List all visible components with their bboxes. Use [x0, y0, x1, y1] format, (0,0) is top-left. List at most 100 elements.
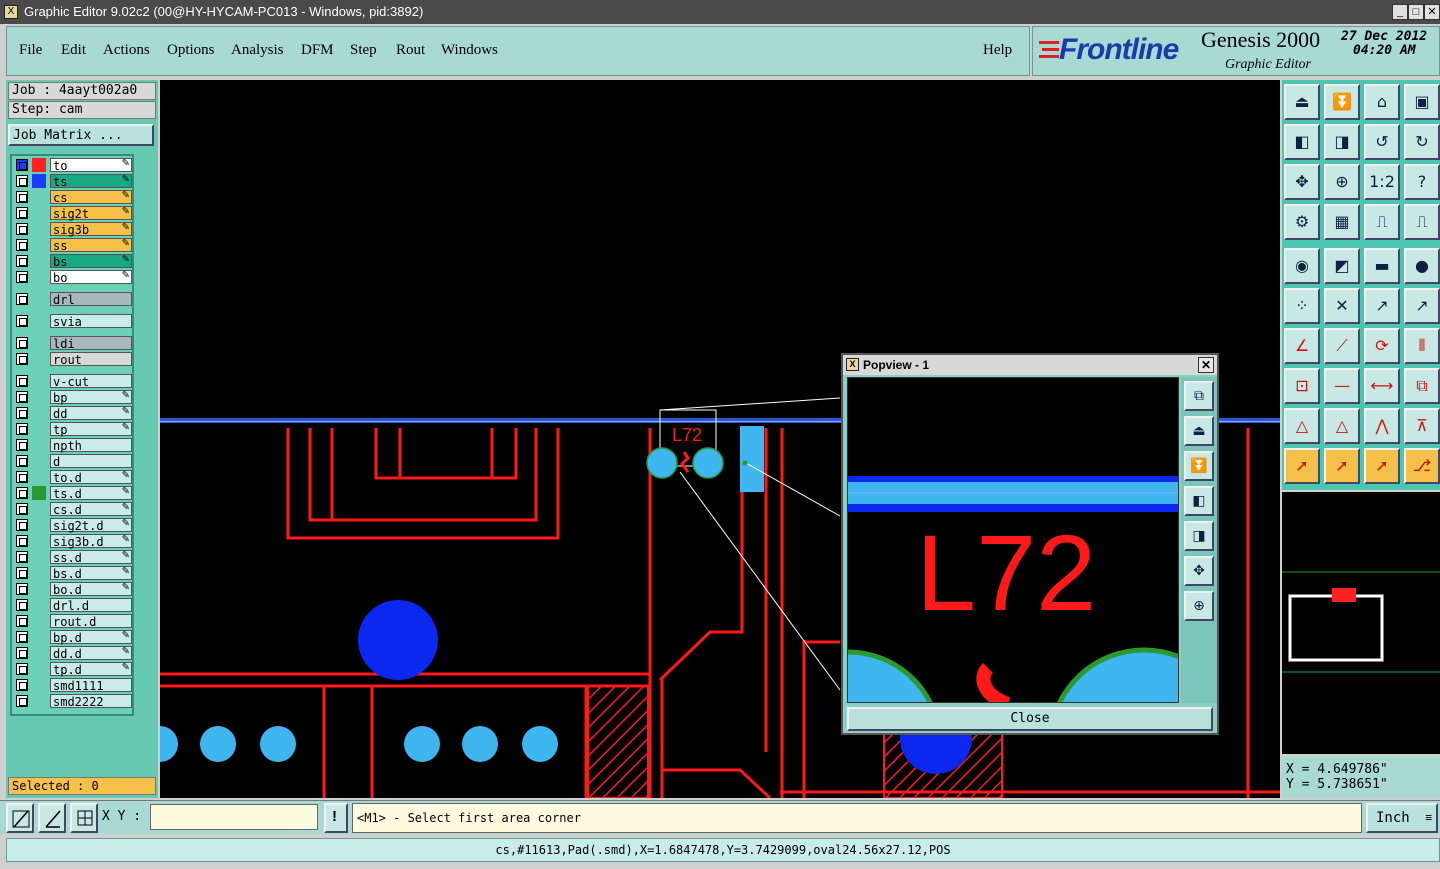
- delete-icon[interactable]: ✕: [1324, 288, 1360, 324]
- layer-row-ldi[interactable]: ldi: [14, 336, 132, 351]
- layer-name[interactable]: bs: [50, 254, 132, 269]
- redo-view-icon[interactable]: ↻: [1404, 124, 1440, 160]
- layer-name[interactable]: cs: [50, 190, 132, 205]
- layer-checkbox[interactable]: [16, 455, 28, 467]
- layer-name[interactable]: dd.d: [50, 646, 132, 661]
- layer-checkbox[interactable]: [16, 255, 28, 267]
- layer-row-ts-d[interactable]: ts.d ✎: [14, 486, 132, 501]
- menu-options[interactable]: Options: [167, 42, 215, 59]
- pv-zoom-window-icon[interactable]: ⧉: [1184, 381, 1214, 411]
- zoom-home-icon[interactable]: ⏏: [1284, 84, 1320, 120]
- pv-zoom-home-icon[interactable]: ⏏: [1184, 416, 1214, 446]
- pointer-diamond-icon[interactable]: ➚: [1364, 448, 1400, 484]
- shapes-icon[interactable]: ⧉: [1404, 368, 1440, 404]
- menu-actions[interactable]: Actions: [103, 42, 150, 59]
- layer-row-ts[interactable]: ts ✎: [14, 174, 132, 189]
- layer-row-drl-d[interactable]: drl.d: [14, 598, 132, 613]
- xy-input[interactable]: [150, 804, 318, 830]
- layer-name[interactable]: bo: [50, 270, 132, 285]
- layer-checkbox[interactable]: [16, 663, 28, 675]
- layer-name[interactable]: dd: [50, 406, 132, 421]
- layer-row-npth[interactable]: npth: [14, 438, 132, 453]
- move-feature-icon[interactable]: ↗: [1364, 288, 1400, 324]
- layer-checkbox[interactable]: [16, 159, 28, 171]
- layer-checkbox[interactable]: [16, 391, 28, 403]
- menu-help[interactable]: Help: [983, 42, 1012, 59]
- layer-name[interactable]: npth: [50, 438, 132, 453]
- layer-color-swatch[interactable]: [32, 158, 46, 172]
- layer-row-bp[interactable]: bp ✎: [14, 390, 132, 405]
- grid-mode-button[interactable]: [70, 803, 98, 833]
- layer-checkbox[interactable]: [16, 519, 28, 531]
- layer-name[interactable]: bp.d: [50, 630, 132, 645]
- layer-checkbox[interactable]: [16, 223, 28, 235]
- layer-checkbox[interactable]: [16, 471, 28, 483]
- grid-icon[interactable]: ▦: [1324, 204, 1360, 240]
- layer-checkbox[interactable]: [16, 337, 28, 349]
- layer-checkbox[interactable]: [16, 679, 28, 691]
- layer-row-sig2t[interactable]: sig2t ✎: [14, 206, 132, 221]
- layer-checkbox[interactable]: [16, 423, 28, 435]
- layer-checkbox[interactable]: [16, 535, 28, 547]
- layer-checkbox[interactable]: [16, 583, 28, 595]
- layer-color-swatch[interactable]: [32, 174, 46, 188]
- snap-mode-button[interactable]: [6, 803, 34, 833]
- pad-icon[interactable]: ●: [1404, 248, 1440, 284]
- layer-name[interactable]: drl: [50, 292, 132, 307]
- layer-checkbox[interactable]: [16, 647, 28, 659]
- fit-screen-icon[interactable]: ✥: [1284, 164, 1320, 200]
- layer-checkbox[interactable]: [16, 503, 28, 515]
- layer-name[interactable]: rout.d: [50, 614, 132, 629]
- layer-checkbox[interactable]: [16, 271, 28, 283]
- triangle-select-icon[interactable]: △: [1324, 408, 1360, 444]
- copy-feature-icon[interactable]: ↗: [1404, 288, 1440, 324]
- pointer-icon[interactable]: ➚: [1284, 448, 1320, 484]
- layer-checkbox[interactable]: [16, 353, 28, 365]
- layer-row-smd1111[interactable]: smd1111: [14, 678, 132, 693]
- add-surface-icon[interactable]: —: [1324, 368, 1360, 404]
- layer-color-swatch[interactable]: [32, 486, 46, 500]
- maximize-button[interactable]: □: [1408, 4, 1424, 20]
- layer-name[interactable]: tp.d: [50, 662, 132, 677]
- pan-left-icon[interactable]: ◧: [1284, 124, 1320, 160]
- layer-row-drl[interactable]: drl: [14, 292, 132, 307]
- pv-pan-left-icon[interactable]: ◧: [1184, 486, 1214, 516]
- menu-rout[interactable]: Rout: [396, 42, 425, 59]
- add-line-icon[interactable]: ∠: [1284, 328, 1320, 364]
- layer-name[interactable]: d: [50, 454, 132, 469]
- layer-checkbox[interactable]: [16, 615, 28, 627]
- layer-row-dd-d[interactable]: dd.d ✎: [14, 646, 132, 661]
- layer-row-bs[interactable]: bs ✎: [14, 254, 132, 269]
- units-selector[interactable]: Inch ≡: [1366, 803, 1438, 833]
- layer-checkbox[interactable]: [16, 207, 28, 219]
- layer-name[interactable]: sig2t: [50, 206, 132, 221]
- add-pad-icon[interactable]: ⊡: [1284, 368, 1320, 404]
- layer-name[interactable]: to: [50, 158, 132, 173]
- layer-row-smd2222[interactable]: smd2222: [14, 694, 132, 709]
- pv-pan-right-icon[interactable]: ◨: [1184, 521, 1214, 551]
- layer-row-bs-d[interactable]: bs.d ✎: [14, 566, 132, 581]
- layer-name[interactable]: svia: [50, 314, 132, 329]
- popview-close-icon[interactable]: ✕: [1198, 357, 1214, 373]
- layer-row-svia[interactable]: svia: [14, 314, 132, 329]
- pan-right-icon[interactable]: ◨: [1324, 124, 1360, 160]
- layer-checkbox[interactable]: [16, 439, 28, 451]
- layer-name[interactable]: ss: [50, 238, 132, 253]
- popview-zoom-view[interactable]: L72: [847, 377, 1179, 703]
- layer-name[interactable]: to.d: [50, 470, 132, 485]
- layer-row-sig2t-d[interactable]: sig2t.d ✎: [14, 518, 132, 533]
- layer-name[interactable]: v-cut: [50, 374, 132, 389]
- layer-row-ss[interactable]: ss ✎: [14, 238, 132, 253]
- layer-row-bo[interactable]: bo ✎: [14, 270, 132, 285]
- pv-fit-icon[interactable]: ✥: [1184, 556, 1214, 586]
- ruler-icon[interactable]: ▬: [1364, 248, 1400, 284]
- layer-name[interactable]: ss.d: [50, 550, 132, 565]
- zoom-fit-icon[interactable]: ⏬: [1324, 84, 1360, 120]
- layer-row-rout-d[interactable]: rout.d: [14, 614, 132, 629]
- measure-step-icon[interactable]: ⎍: [1404, 204, 1440, 240]
- layer-name[interactable]: ldi: [50, 336, 132, 351]
- help-icon[interactable]: ?: [1404, 164, 1440, 200]
- triangle-up-icon[interactable]: ⋀: [1364, 408, 1400, 444]
- layer-row-sig3b-d[interactable]: sig3b.d ✎: [14, 534, 132, 549]
- menu-analysis[interactable]: Analysis: [231, 42, 284, 59]
